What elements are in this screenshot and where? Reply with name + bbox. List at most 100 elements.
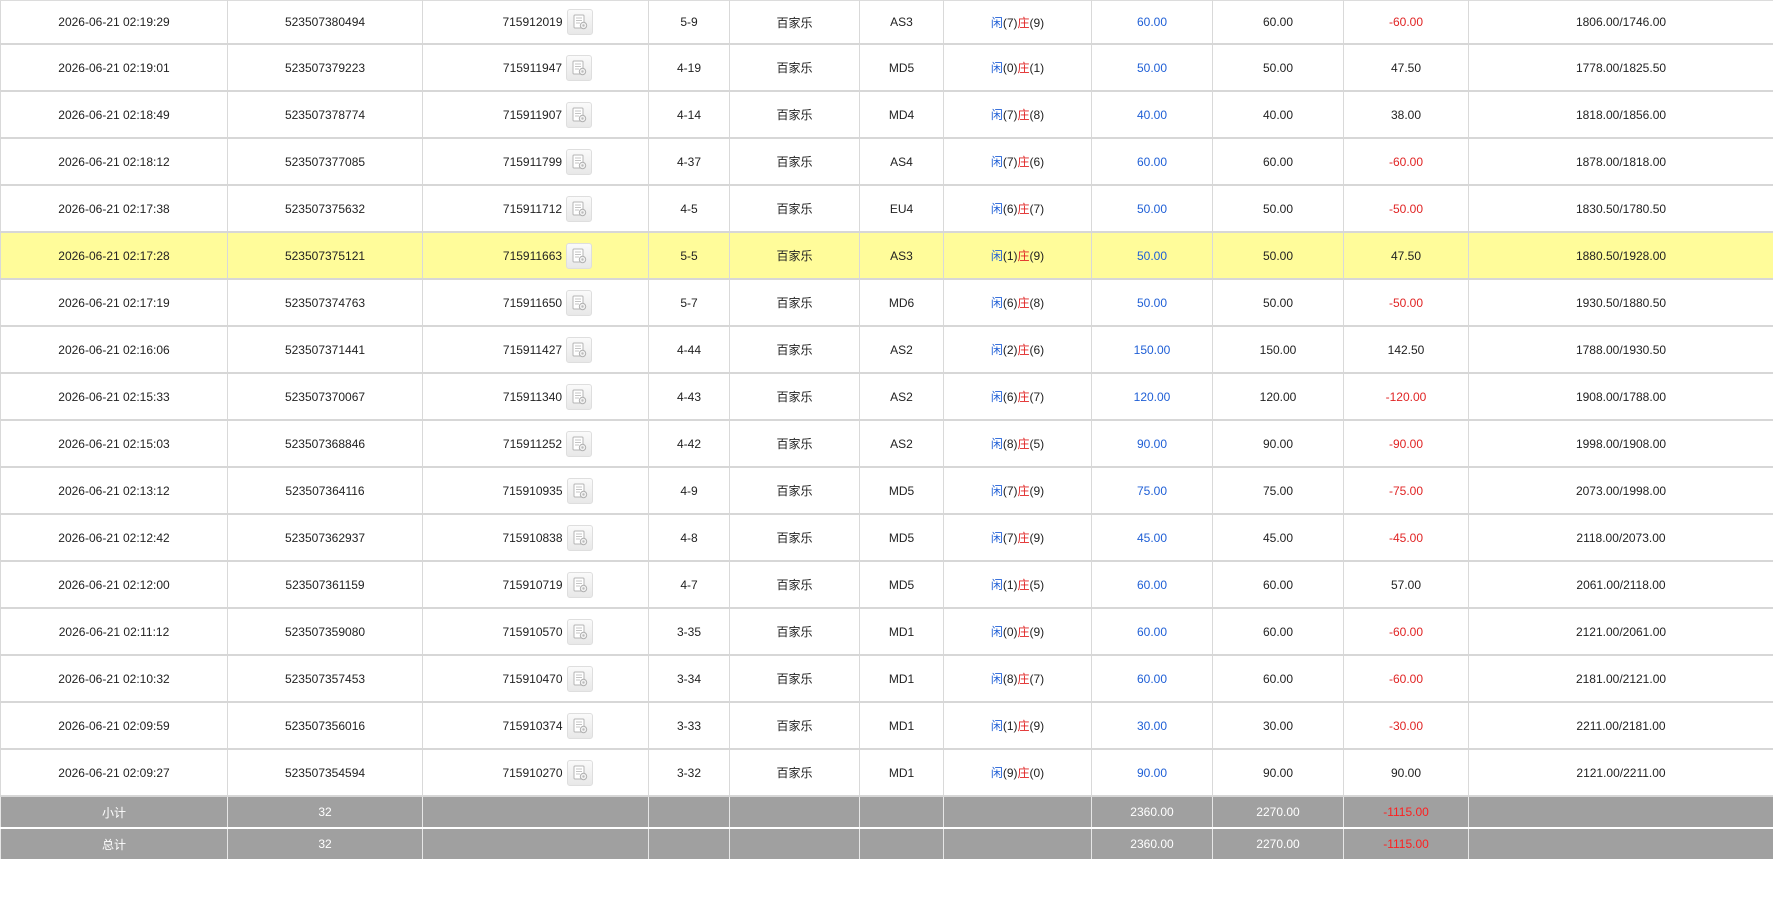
detail-button[interactable] (566, 195, 593, 222)
round-number: 4-9 (648, 466, 730, 515)
detail-button[interactable] (566, 242, 593, 269)
game-type: 百家乐 (729, 372, 860, 421)
detail-button[interactable] (566, 477, 593, 504)
player-points: (1) (1002, 578, 1018, 592)
game-type: 百家乐 (729, 701, 860, 750)
order-id: 715911947 (502, 60, 563, 75)
player-label: 闲 (990, 578, 1003, 592)
win-loss: 142.50 (1343, 325, 1469, 374)
subtotal-label: 小计 (0, 795, 228, 829)
result-cell: 闲(7)庄(9) (943, 0, 1092, 45)
detail-button[interactable] (566, 148, 593, 175)
game-type: 百家乐 (729, 90, 860, 139)
balance-change: 1908.00/1788.00 (1468, 372, 1773, 421)
bet-amount: 120.00 (1091, 372, 1213, 421)
detail-button[interactable] (566, 524, 593, 551)
win-loss: 47.50 (1343, 43, 1469, 92)
player-label: 闲 (990, 437, 1003, 451)
result-cell: 闲(0)庄(9) (943, 607, 1092, 656)
bet-amount: 60.00 (1091, 0, 1213, 45)
banker-points: (1) (1029, 61, 1045, 75)
bet-amount: 50.00 (1091, 43, 1213, 92)
valid-bet: 45.00 (1212, 513, 1344, 562)
player-points: (1) (1002, 719, 1018, 733)
bet-time: 2026-06-21 02:18:12 (0, 137, 228, 186)
balance-change: 1930.50/1880.50 (1468, 278, 1773, 327)
bet-amount: 60.00 (1091, 137, 1213, 186)
total-valid: 2270.00 (1212, 827, 1344, 861)
table-row: 2026-06-21 02:15:33 523507370067 715911340… (0, 372, 1773, 421)
player-label: 闲 (990, 61, 1003, 75)
detail-button[interactable] (566, 54, 593, 81)
table-code: EU4 (859, 184, 944, 233)
banker-points: (7) (1029, 202, 1045, 216)
banker-points: (7) (1029, 672, 1045, 686)
player-label: 闲 (990, 766, 1003, 780)
banker-label: 庄 (1017, 719, 1030, 733)
order-id: 715910374 (502, 718, 563, 733)
game-type: 百家乐 (729, 325, 860, 374)
bet-time: 2026-06-21 02:13:12 (0, 466, 228, 515)
banker-label: 庄 (1017, 343, 1030, 357)
bet-amount: 150.00 (1091, 325, 1213, 374)
result-cell: 闲(7)庄(9) (943, 466, 1092, 515)
table-row: 2026-06-21 02:09:27 523507354594 715910270… (0, 748, 1773, 797)
balance-change: 1778.00/1825.50 (1468, 43, 1773, 92)
detail-button[interactable] (566, 571, 593, 598)
detail-button[interactable] (566, 618, 593, 645)
detail-button[interactable] (566, 712, 593, 739)
round-number: 4-19 (648, 43, 730, 92)
order-id: 715911340 (502, 389, 563, 404)
order-id: 715911650 (502, 295, 563, 310)
bet-amount: 50.00 (1091, 231, 1213, 280)
balance-change: 2181.00/2121.00 (1468, 654, 1773, 703)
detail-button[interactable] (566, 336, 593, 363)
result-cell: 闲(1)庄(9) (943, 231, 1092, 280)
banker-points: (9) (1029, 484, 1045, 498)
detail-button[interactable] (566, 101, 593, 128)
bet-time: 2026-06-21 02:17:38 (0, 184, 228, 233)
detail-button[interactable] (566, 289, 593, 316)
balance-change: 1878.00/1818.00 (1468, 137, 1773, 186)
order-cell: 715910470 (422, 654, 649, 703)
bet-number: 523507356016 (227, 701, 423, 750)
table-code: AS2 (859, 325, 944, 374)
bet-time: 2026-06-21 02:16:06 (0, 325, 228, 374)
subtotal-bet: 2360.00 (1091, 795, 1213, 829)
total-win: -1115.00 (1343, 827, 1469, 861)
order-cell: 715911340 (422, 372, 649, 421)
round-number: 3-33 (648, 701, 730, 750)
result-cell: 闲(7)庄(6) (943, 137, 1092, 186)
table-row: 2026-06-21 02:13:12 523507364116 715910935… (0, 466, 1773, 515)
detail-button[interactable] (566, 759, 593, 786)
player-label: 闲 (990, 390, 1003, 404)
table-code: MD1 (859, 701, 944, 750)
round-number: 3-35 (648, 607, 730, 656)
bet-records-table-wrapper: 2026-06-21 02:19:29 523507380494 715912019… (0, 0, 1773, 861)
banker-label: 庄 (1017, 15, 1030, 30)
player-points: (0) (1002, 625, 1018, 639)
bet-number: 523507364116 (227, 466, 423, 515)
table-row: 2026-06-21 02:17:19 523507374763 715911650… (0, 278, 1773, 327)
round-number: 4-14 (648, 90, 730, 139)
total-label: 总计 (0, 827, 228, 861)
valid-bet: 60.00 (1212, 654, 1344, 703)
detail-button[interactable] (566, 383, 593, 410)
win-loss: -60.00 (1343, 137, 1469, 186)
order-id: 715911907 (502, 107, 563, 122)
balance-change: 2121.00/2061.00 (1468, 607, 1773, 656)
banker-label: 庄 (1017, 390, 1030, 404)
banker-points: (9) (1029, 719, 1045, 733)
game-type: 百家乐 (729, 231, 860, 280)
win-loss: -60.00 (1343, 654, 1469, 703)
valid-bet: 60.00 (1212, 560, 1344, 609)
order-id: 715910570 (502, 624, 563, 639)
detail-button[interactable] (566, 9, 593, 35)
round-number: 4-42 (648, 419, 730, 468)
win-loss: -30.00 (1343, 701, 1469, 750)
player-points: (7) (1002, 484, 1018, 498)
detail-button[interactable] (566, 665, 593, 692)
banker-points: (9) (1029, 15, 1045, 30)
total-count: 32 (227, 827, 423, 861)
detail-button[interactable] (566, 430, 593, 457)
